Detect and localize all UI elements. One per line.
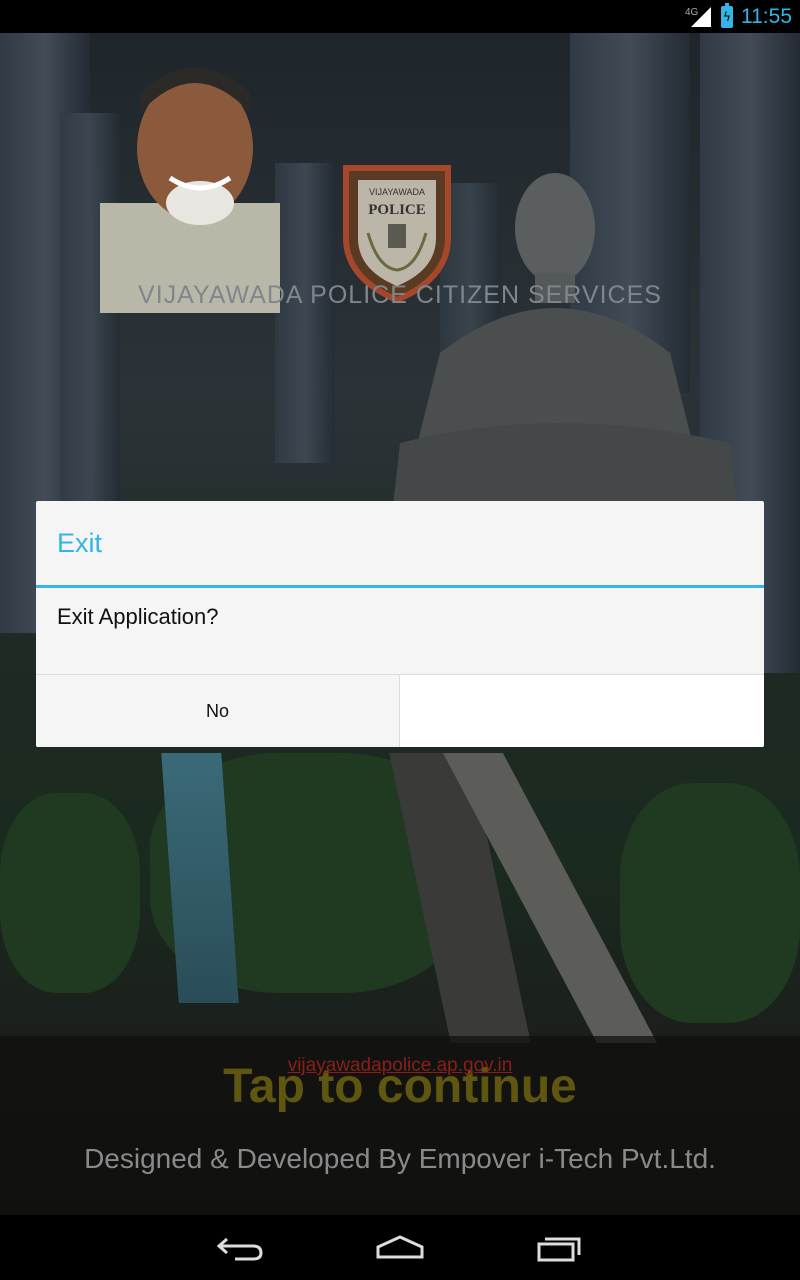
dialog-button-bar: No — [36, 674, 764, 747]
dialog-title: Exit — [36, 501, 764, 588]
leader-portrait — [100, 68, 280, 313]
trees-left — [0, 793, 140, 993]
signal-icon: 4G — [685, 5, 713, 29]
trees-right — [620, 783, 800, 1023]
recent-apps-icon[interactable] — [535, 1228, 585, 1268]
dialog-message: Exit Application? — [57, 604, 219, 629]
status-clock: 11:55 — [741, 4, 792, 28]
exit-dialog: Exit Exit Application? No — [36, 501, 764, 747]
battery-charging-icon: ϟ — [721, 2, 733, 28]
status-bar: 4G ϟ 11:55 — [0, 0, 800, 33]
developer-credit: Designed & Developed By Empover i-Tech P… — [84, 1143, 716, 1174]
back-icon[interactable] — [215, 1228, 265, 1268]
yes-button[interactable] — [400, 675, 764, 747]
buddha-statue — [390, 173, 740, 533]
website-link[interactable]: vijayawadapolice.ap.gov.in — [0, 1055, 800, 1077]
no-button[interactable]: No — [36, 675, 400, 747]
navigation-bar — [0, 1215, 800, 1280]
home-icon[interactable] — [375, 1228, 425, 1268]
app-title: VIJAYAWADA POLICE CITIZEN SERVICES — [138, 281, 662, 309]
